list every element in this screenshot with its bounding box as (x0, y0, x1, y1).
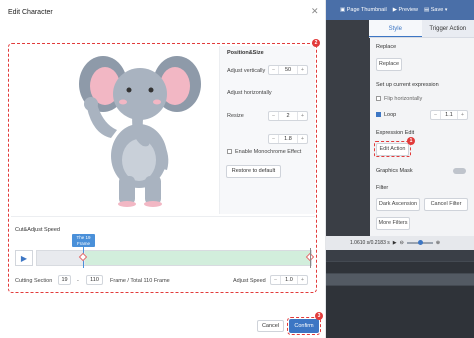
flip-horizontally-option[interactable]: Flip horizontally (376, 96, 422, 102)
page-thumbnail-button[interactable]: ▣ Page Thumbnail (340, 7, 387, 13)
edit-action-highlight (374, 141, 411, 157)
timeline-zoom-text: 1.0610 s/0.2183 s (350, 240, 390, 246)
cancel-button[interactable]: Cancel (257, 320, 284, 332)
filter-heading: Filter (376, 185, 389, 191)
dark-ascension-button[interactable]: Dark Ascension (376, 198, 420, 211)
save-button[interactable]: ▤ Save ▾ (424, 7, 447, 13)
modal-title: Edit Character (8, 9, 53, 16)
replace-heading: Replace (376, 44, 397, 50)
plus-icon[interactable]: + (458, 112, 467, 118)
step-badge-3: 3 (315, 312, 323, 320)
confirm-button[interactable]: Confirm (287, 317, 321, 335)
loop-stepper[interactable]: − 1.1 + (430, 110, 468, 120)
tab-trigger-action[interactable]: Trigger Action (422, 20, 474, 37)
close-icon[interactable]: ✕ (311, 6, 319, 17)
edit-character-modal: Edit Character ✕ Position&Size Adjust ve… (0, 0, 326, 338)
play-icon[interactable]: ▶ (393, 240, 397, 246)
timeline-area: 1.0610 s/0.2183 s ▶ ⊖ ⊕ (326, 236, 474, 338)
preview-button[interactable]: ▶ Preview (393, 7, 418, 13)
flip-checkbox[interactable] (376, 96, 381, 102)
graphics-mask-toggle[interactable] (453, 168, 466, 174)
timeline-row[interactable] (326, 274, 474, 286)
step-badge-2: 2 (312, 39, 320, 47)
editor-top-bar: ▣ Page Thumbnail ▶ Preview ▤ Save ▾ (326, 0, 474, 20)
zoom-slider[interactable] (406, 240, 433, 245)
style-panel: Replace Replace Set up current expressio… (370, 38, 474, 236)
more-filters-button[interactable]: More Filters (376, 217, 410, 230)
edit-area-highlight (8, 43, 317, 293)
loop-option[interactable]: Loop (376, 112, 396, 118)
step-badge-1: 1 (407, 137, 415, 145)
timeline-ruler (326, 250, 474, 262)
zoom-in-icon[interactable]: ⊕ (436, 240, 440, 246)
expression-heading: Set up current expression (376, 82, 439, 88)
replace-button[interactable]: Replace (376, 58, 402, 71)
chevron-down-icon: ▾ (444, 7, 448, 13)
tab-style[interactable]: Style (369, 20, 422, 37)
loop-checkbox[interactable] (376, 112, 381, 118)
timeline-row[interactable] (326, 262, 474, 274)
zoom-out-icon[interactable]: ⊖ (400, 240, 404, 246)
minus-icon[interactable]: − (431, 112, 440, 118)
style-tabs: Style Trigger Action (369, 20, 474, 38)
graphics-mask-heading: Graphics Mask (376, 168, 413, 174)
cancel-filter-button[interactable]: Cancel Filter (424, 198, 468, 211)
expression-edit-heading: Expression Edit (376, 130, 415, 136)
timeline-toolbar: 1.0610 s/0.2183 s ▶ ⊖ ⊕ (326, 236, 474, 250)
